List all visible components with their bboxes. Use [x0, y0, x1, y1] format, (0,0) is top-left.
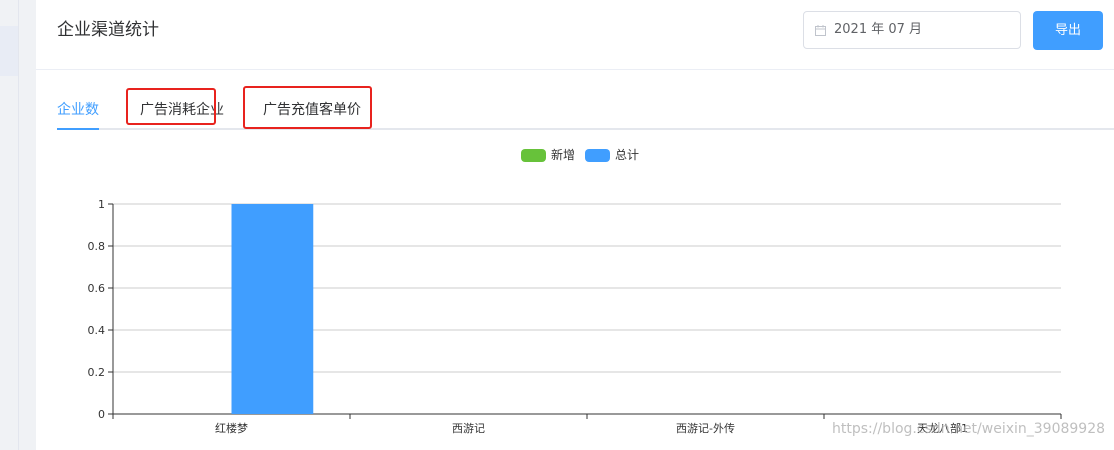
side-rail-divider	[18, 0, 19, 450]
legend-label-new: 新增	[551, 148, 576, 162]
tab-enterprise-count[interactable]: 企业数	[57, 100, 99, 120]
y-tick-label: 0.2	[88, 366, 106, 379]
legend-swatch-total	[585, 149, 610, 162]
bar-chart: 00.20.40.60.81红楼梦 西游记 西游记-外传 天龙八部1	[88, 198, 1062, 435]
tab-active-indicator	[57, 128, 99, 130]
side-rail	[0, 0, 36, 450]
export-button[interactable]: 导出	[1033, 11, 1103, 50]
y-tick-label: 1	[98, 198, 105, 211]
month-picker-value: 2021 年 07 月	[834, 22, 923, 37]
y-tick-label: 0.4	[88, 324, 106, 337]
tab-bar-underline	[57, 128, 1114, 130]
calendar-icon	[815, 25, 826, 36]
y-tick-label: 0.8	[88, 240, 106, 253]
card-header: 企业渠道统计 2021 年 07 月 导出	[36, 0, 1114, 70]
x-tick-label: 西游记-外传	[676, 422, 735, 435]
x-tick-label: 西游记	[452, 422, 485, 435]
month-picker[interactable]: 2021 年 07 月	[803, 11, 1021, 49]
legend-label-total: 总计	[615, 148, 640, 162]
legend-swatch-new	[521, 149, 546, 162]
page-title: 企业渠道统计	[57, 20, 159, 40]
x-tick-label: 红楼梦	[215, 421, 248, 435]
annotation-box	[126, 88, 216, 125]
annotation-box	[243, 86, 372, 129]
bar-total	[231, 204, 314, 414]
y-tick-label: 0.6	[88, 282, 106, 295]
watermark-text: https://blog.csdn.net/weixin_39089928	[832, 421, 1106, 437]
side-rail-item[interactable]	[0, 26, 18, 76]
y-tick-label: 0	[98, 408, 105, 421]
